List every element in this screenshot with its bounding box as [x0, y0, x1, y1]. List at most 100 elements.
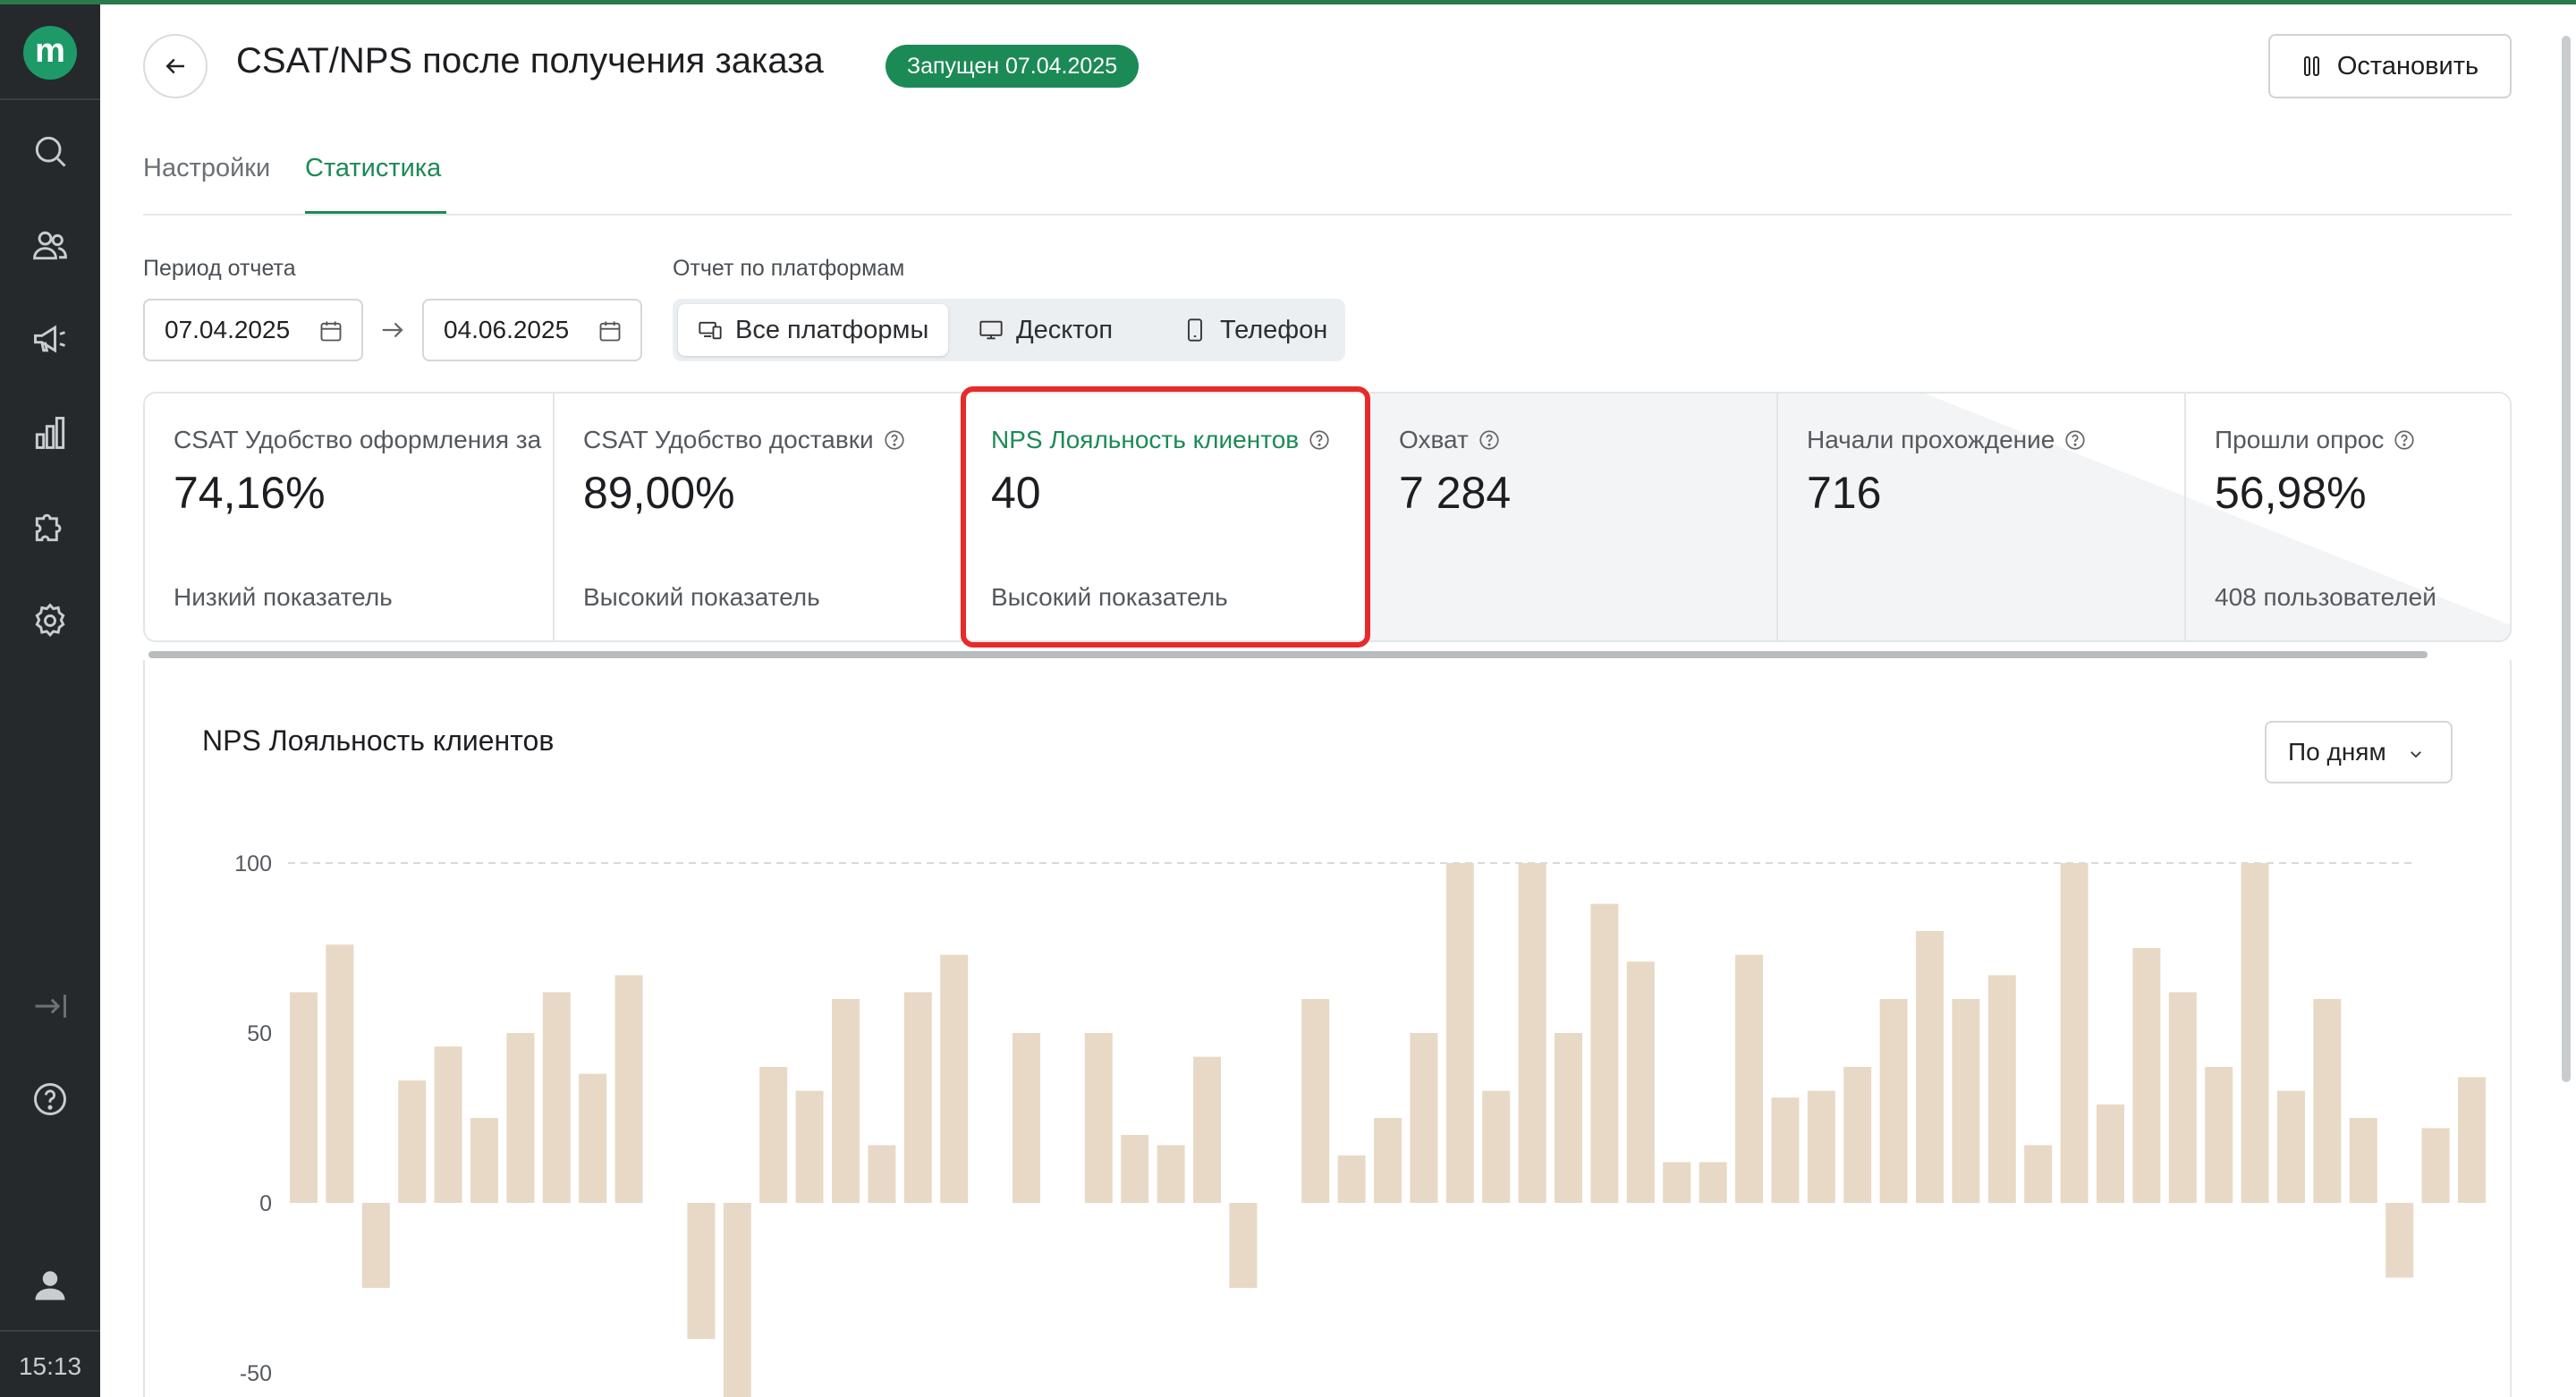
chart-bar[interactable]	[2097, 1104, 2124, 1203]
app-logo[interactable]: m	[23, 26, 77, 80]
y-tick-label: 100	[234, 851, 272, 876]
help-icon[interactable]	[29, 1078, 72, 1121]
granularity-select[interactable]: По дням	[2265, 721, 2453, 783]
chart-bar[interactable]	[1663, 1162, 1691, 1203]
chart-bar[interactable]	[361, 1203, 390, 1288]
chart-bar[interactable]	[687, 1203, 716, 1339]
stop-button[interactable]: Остановить	[2268, 34, 2512, 98]
chart-bar[interactable]	[1699, 1162, 1727, 1203]
chart-bar[interactable]	[470, 1118, 498, 1203]
chart-bar[interactable]	[723, 1203, 751, 1397]
chart-bar[interactable]	[1807, 1090, 1835, 1203]
help-circle-icon[interactable]	[2063, 428, 2087, 452]
help-circle-icon[interactable]	[2393, 428, 2416, 452]
tab-settings[interactable]: Настройки	[143, 154, 270, 183]
chart-bar[interactable]	[1771, 1097, 1800, 1203]
chart-bar[interactable]	[1482, 1090, 1511, 1203]
tab-statistics[interactable]: Статистика	[305, 154, 441, 183]
gear-icon[interactable]	[29, 599, 72, 642]
metric-card-csat-delivery[interactable]: CSAT Удобство доставки 89,00% Высокий по…	[555, 394, 962, 640]
search-icon[interactable]	[29, 130, 72, 173]
platform-phone-option[interactable]: Телефон	[1163, 304, 1347, 356]
date-to-field[interactable]: 04.06.2025	[422, 299, 642, 361]
chart-bar[interactable]	[614, 975, 643, 1203]
chart-bar[interactable]	[2458, 1077, 2486, 1203]
platform-desktop-label: Десктоп	[1016, 315, 1114, 344]
chart-bar[interactable]	[506, 1033, 535, 1203]
chart-bar[interactable]	[1843, 1067, 1872, 1203]
y-tick-label: 0	[259, 1191, 272, 1216]
page-vertical-scrollbar[interactable]	[2562, 36, 2571, 1082]
chart-bar[interactable]	[1952, 999, 1980, 1203]
chart-bar[interactable]	[434, 1046, 462, 1203]
platform-desktop-option[interactable]: Десктоп	[959, 304, 1132, 356]
platform-all-option[interactable]: Все платформы	[678, 304, 949, 356]
chart-bar[interactable]	[1157, 1145, 1185, 1203]
logout-icon[interactable]	[29, 985, 72, 1028]
chart-bar[interactable]	[398, 1080, 427, 1203]
platform-label: Отчет по платформам	[673, 256, 905, 281]
chart-bar[interactable]	[1590, 903, 1619, 1203]
help-circle-icon[interactable]	[1478, 428, 1501, 452]
users-icon[interactable]	[29, 224, 72, 267]
chart-bar[interactable]	[2421, 1128, 2450, 1203]
chart-bar[interactable]	[1879, 999, 1908, 1203]
chart-bar[interactable]	[1410, 1033, 1438, 1203]
chart-bar[interactable]	[1555, 1033, 1582, 1203]
chart-bar[interactable]	[542, 992, 571, 1203]
puzzle-icon[interactable]	[29, 505, 72, 548]
chart-bar[interactable]	[2024, 1145, 2053, 1203]
chart-bar[interactable]	[2241, 863, 2269, 1203]
chart-bar[interactable]	[1987, 975, 2016, 1203]
chart-bar[interactable]	[1301, 999, 1330, 1203]
chart-bar[interactable]	[1374, 1118, 1402, 1203]
chart-bar[interactable]	[1626, 961, 1655, 1203]
chart-bar[interactable]	[1193, 1056, 1221, 1203]
help-circle-icon[interactable]	[883, 428, 906, 452]
metrics-horizontal-scrollbar[interactable]	[148, 651, 2428, 658]
chart-bar[interactable]	[2132, 948, 2161, 1203]
metric-card-csat-checkout[interactable]: CSAT Удобство оформления за 74,16% Низки…	[145, 394, 555, 640]
metric-value: 56,98%	[2215, 468, 2367, 518]
chart-bar[interactable]	[2205, 1067, 2233, 1203]
chart-bar[interactable]	[832, 999, 860, 1203]
chart-bar[interactable]	[2313, 999, 2342, 1203]
chart-bar[interactable]	[2277, 1090, 2305, 1203]
platform-phone-label: Телефон	[1220, 315, 1328, 344]
date-from-field[interactable]: 07.04.2025	[143, 299, 363, 361]
chart-bar[interactable]	[1735, 954, 1763, 1203]
metric-card-started[interactable]: Начали прохождение 716	[1778, 394, 2186, 640]
bar-chart-icon[interactable]	[29, 411, 72, 454]
chart-bar[interactable]	[903, 992, 932, 1203]
chart-bar[interactable]	[2168, 992, 2197, 1203]
chart-bar[interactable]	[759, 1067, 788, 1203]
back-button[interactable]	[143, 34, 208, 98]
chart-bar[interactable]	[1518, 863, 1546, 1203]
chart-bar[interactable]	[579, 1073, 607, 1203]
metric-card-completed[interactable]: Прошли опрос 56,98% 408 пользователей	[2186, 394, 2510, 640]
megaphone-icon[interactable]	[29, 318, 72, 360]
chart-bar[interactable]	[1337, 1155, 1366, 1203]
chart-bar[interactable]	[868, 1145, 896, 1203]
metric-label: Прошли опрос	[2215, 426, 2416, 454]
chart-bar[interactable]	[2060, 863, 2089, 1203]
chart-bar[interactable]	[2349, 1118, 2377, 1203]
metric-label: CSAT Удобство доставки	[583, 426, 906, 454]
chart-bar[interactable]	[2385, 1203, 2414, 1278]
chart-bar[interactable]	[940, 954, 969, 1203]
chart-bar[interactable]	[795, 1090, 824, 1203]
metric-status: Низкий показатель	[174, 583, 393, 611]
chart-bar[interactable]	[1916, 931, 1944, 1203]
chart-bar[interactable]	[1229, 1203, 1258, 1288]
sidebar-divider	[0, 1330, 100, 1332]
chart-bar[interactable]	[1445, 863, 1474, 1203]
metric-card-reach[interactable]: Охват 7 284	[1370, 394, 1778, 640]
chart-title: NPS Лояльность клиентов	[202, 724, 555, 757]
chart-bar[interactable]	[1013, 1033, 1040, 1203]
chart-bar[interactable]	[326, 944, 354, 1203]
chart-bar[interactable]	[1084, 1033, 1113, 1203]
profile-icon[interactable]	[29, 1264, 72, 1307]
chart-bar[interactable]	[1121, 1135, 1149, 1203]
chart-bar[interactable]	[290, 992, 318, 1203]
page-title: CSAT/NPS после получения заказа	[236, 41, 824, 80]
